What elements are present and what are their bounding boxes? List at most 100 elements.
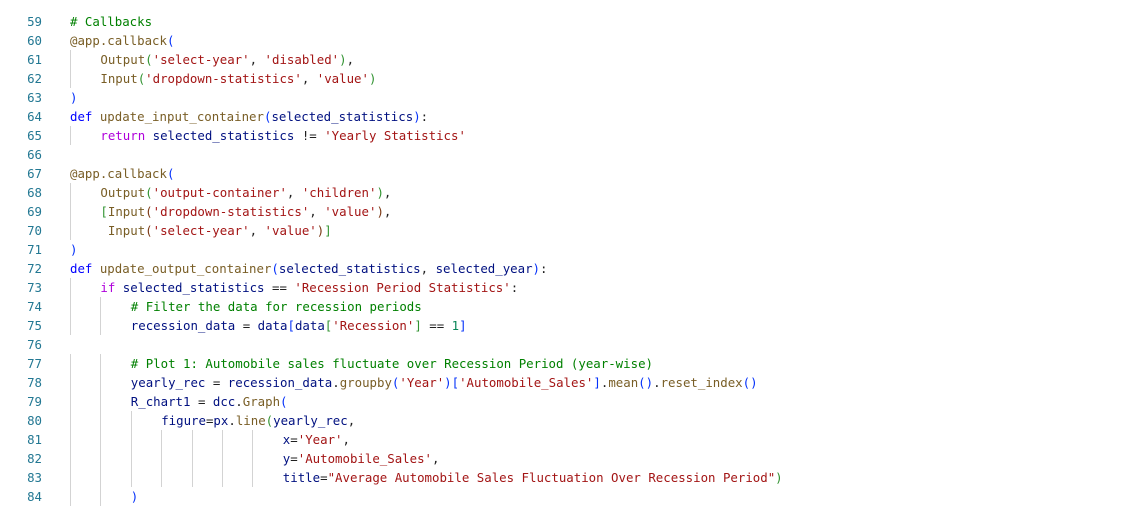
code-text: Input('dropdown-statistics', 'value') (100, 69, 376, 88)
code-token: 'Year' (297, 432, 343, 447)
code-token: yearly_rec (273, 413, 348, 428)
code-line[interactable]: 65 return selected_statistics != 'Yearly … (0, 126, 1126, 145)
indent-guide (70, 50, 71, 69)
line-number: 84 (27, 489, 42, 504)
code-token: ( (166, 166, 175, 181)
code-line[interactable]: 73 if selected_statistics == 'Recession P… (0, 278, 1126, 297)
code-token: Input (100, 223, 146, 238)
code-line[interactable]: 77 # Plot 1: Automobile sales fluctuate o… (0, 354, 1126, 373)
code-token: data (257, 318, 288, 333)
code-lines: 59 # Callbacks 60 @app.callback(61 Output('s… (0, 0, 1126, 507)
code-line[interactable]: 69 [Input('dropdown-statistics', 'value')… (0, 202, 1126, 221)
code-token: ( (166, 33, 175, 48)
indent-guide (161, 449, 163, 468)
code-line[interactable]: 71) (0, 240, 1126, 259)
indent-guide (252, 430, 254, 449)
code-line[interactable]: 78 yearly_rec = recession_data.groupby('Y… (0, 373, 1126, 392)
code-token: px (213, 413, 229, 428)
code-token: . (235, 394, 243, 409)
code-line[interactable]: 84) (0, 487, 1126, 506)
code-token: data (294, 318, 325, 333)
line-number: 63 (27, 90, 42, 105)
code-text: figure=px.line(yearly_rec, (161, 411, 355, 430)
code-line[interactable]: 74 # Filter the data for recession period… (0, 297, 1126, 316)
code-line[interactable]: 82 y='Automobile_Sales', (0, 449, 1126, 468)
line-number: 78 (27, 375, 42, 390)
code-line[interactable]: 66 (0, 145, 1126, 164)
code-line[interactable] (0, 0, 1126, 12)
code-line[interactable]: 75 recession_data = data[data['Recession'… (0, 316, 1126, 335)
code-token: ) (130, 489, 139, 504)
code-line[interactable]: 63) (0, 88, 1126, 107)
code-token: Graph (242, 394, 281, 409)
indent-guide (70, 183, 71, 202)
code-line[interactable]: 61 Output('select-year', 'disabled'), (0, 50, 1126, 69)
code-token: = (190, 394, 213, 409)
line-number: 68 (27, 185, 42, 200)
indent-guide (70, 354, 71, 373)
code-token: ] (459, 318, 467, 333)
code-token: ) (376, 204, 384, 219)
code-line[interactable]: 59 # Callbacks (0, 12, 1126, 31)
indent-guide (130, 430, 132, 449)
code-line[interactable]: 80 figure=px.line(yearly_rec, (0, 411, 1126, 430)
code-token: = (320, 470, 328, 485)
code-editor[interactable]: 59 # Callbacks 60 @app.callback(61 Output('s… (0, 0, 1126, 507)
code-token: ) (368, 71, 377, 86)
code-line[interactable]: 70 Input('select-year', 'value')] (0, 221, 1126, 240)
indent-guide (191, 430, 193, 449)
indent-guide (100, 430, 102, 449)
line-number: 83 (27, 470, 42, 485)
code-token: ( (145, 185, 153, 200)
code-text: title="Average Automobile Sales Fluctuat… (283, 468, 783, 487)
code-token: mean (608, 375, 639, 390)
indent-guide (100, 411, 102, 430)
line-number: 65 (27, 128, 42, 143)
code-line[interactable]: 81 x='Year', (0, 430, 1126, 449)
code-line[interactable]: 64 def update_input_container(selected_st… (0, 107, 1126, 126)
code-token: , (301, 71, 317, 86)
code-token: line (235, 413, 266, 428)
code-line[interactable]: 72 def update_output_container(selected_s… (0, 259, 1126, 278)
code-token: ] (414, 318, 422, 333)
code-token: 'output-container' (152, 185, 287, 200)
indent-guide (191, 468, 193, 487)
code-line[interactable]: 79 R_chart1 = dcc.Graph( (0, 392, 1126, 411)
code-text: y='Automobile_Sales', (283, 449, 440, 468)
code-text: @app.callback( (70, 31, 174, 50)
indent-guide (100, 316, 102, 335)
code-token: ( (638, 375, 646, 390)
line-number: 67 (27, 166, 42, 181)
indent-guide (222, 430, 223, 449)
code-token: = (290, 432, 298, 447)
code-token: Input (100, 71, 138, 86)
code-text: return selected_statistics != 'Yearly St… (100, 126, 466, 145)
code-text: ) (70, 88, 77, 107)
line-number: 82 (27, 451, 42, 466)
code-line[interactable]: 68 Output('output-container', 'children')… (0, 183, 1126, 202)
code-token: selected_year (435, 261, 533, 276)
code-line[interactable]: 60 @app.callback( (0, 31, 1126, 50)
code-line[interactable]: 83 title="Average Automobile Sales Fluctu… (0, 468, 1126, 487)
code-token: ) (339, 52, 347, 67)
line-number: 62 (27, 71, 42, 86)
code-token: = (290, 451, 298, 466)
code-line[interactable]: 67 @app.callback( (0, 164, 1126, 183)
code-token: 'select-year' (152, 52, 250, 67)
code-line[interactable]: 62 Input('dropdown-statistics', 'value') (0, 69, 1126, 88)
code-token: 'Year' (399, 375, 445, 390)
code-token: , (383, 185, 392, 200)
code-token: 'Automobile_Sales' (297, 451, 433, 466)
code-token: . (653, 375, 661, 390)
line-number: 72 (27, 261, 42, 276)
code-token: "Average Automobile Sales Fluctuation Ov… (327, 470, 776, 485)
code-token: 'children' (301, 185, 377, 200)
indent-guide (130, 449, 132, 468)
code-line[interactable]: 76 (0, 335, 1126, 354)
indent-guide (70, 430, 71, 449)
indent-guide (252, 449, 254, 468)
code-token: ( (145, 204, 153, 219)
code-text: # Filter the data for recession periods (131, 297, 422, 316)
code-token: ( (265, 413, 274, 428)
line-number: 70 (27, 223, 42, 238)
